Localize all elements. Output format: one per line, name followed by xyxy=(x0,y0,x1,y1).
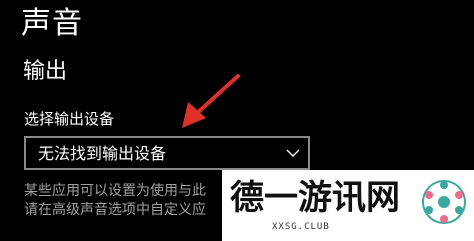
watermark: 德一游讯网 XXSG.CLUB xyxy=(222,170,474,241)
output-description: 某些应用可以设置为使用与此 请在高级声音选项中自定义应 xyxy=(24,182,234,220)
red-arrow-icon xyxy=(182,74,240,128)
output-device-dropdown[interactable]: 无法找到输出设备 xyxy=(24,136,310,170)
output-description-line-2: 请在高级声音选项中自定义应 xyxy=(24,202,206,218)
chevron-down-icon xyxy=(286,149,300,157)
output-description-line-1: 某些应用可以设置为使用与此 xyxy=(24,183,206,199)
section-title-output: 输出 xyxy=(23,59,68,84)
watermark-text: 德一游讯网 xyxy=(230,178,400,218)
watermark-subtext: XXSG.CLUB xyxy=(272,222,330,232)
output-device-dropdown-value: 无法找到输出设备 xyxy=(38,144,167,163)
page-title: 声音 xyxy=(21,6,83,41)
watermark-logo-icon xyxy=(422,180,466,224)
output-device-label: 选择输出设备 xyxy=(24,110,115,128)
